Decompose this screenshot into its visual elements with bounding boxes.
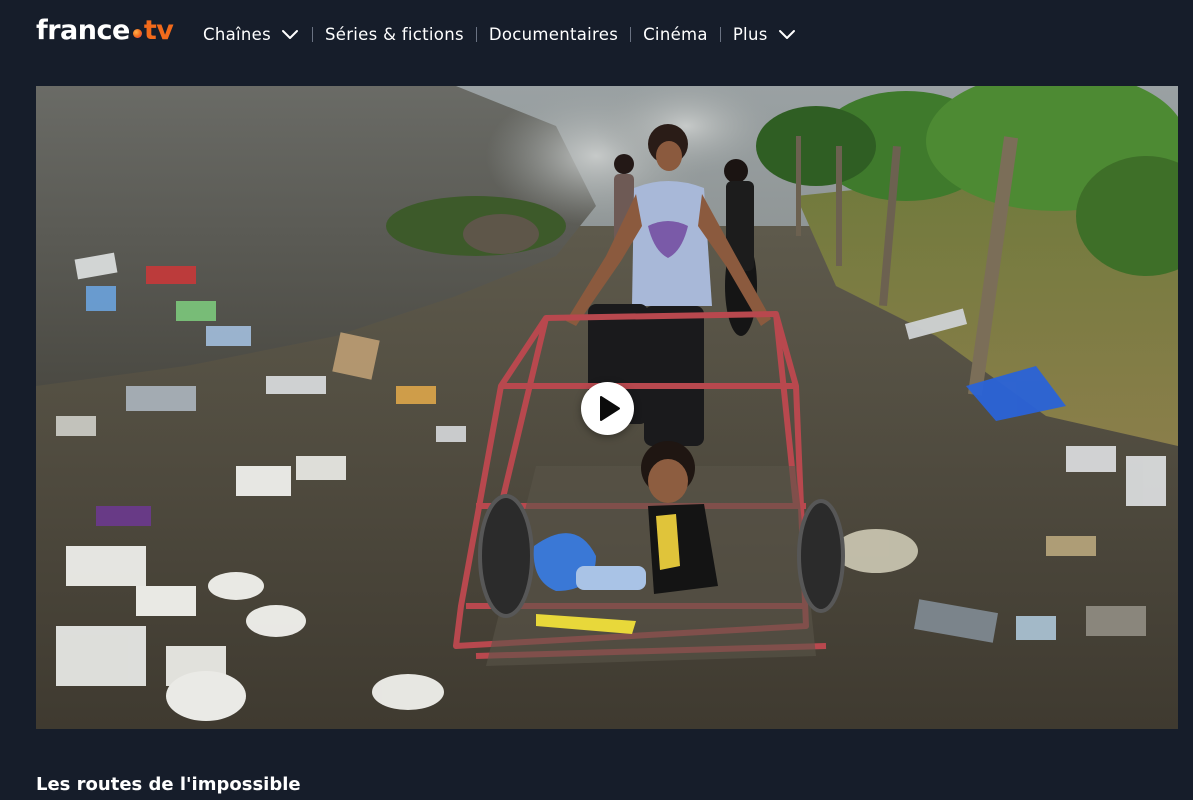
nav-item-series-fictions[interactable]: Séries & fictions [325, 25, 464, 44]
logo-text-france: france [36, 15, 130, 46]
nav-item-documentaires[interactable]: Documentaires [489, 25, 618, 44]
play-icon [600, 396, 620, 421]
nav-item-label: Chaînes [203, 24, 271, 44]
nav-item-cinema[interactable]: Cinéma [643, 25, 708, 44]
logo-dot [132, 28, 142, 38]
top-navigation-bar: france tv Chaînes Séries & fictions Docu… [0, 0, 1193, 66]
play-button[interactable] [581, 382, 634, 435]
nav-divider [630, 26, 632, 42]
nav-divider [475, 26, 477, 42]
hero-video-thumbnail[interactable] [36, 86, 1178, 729]
main-menu: Chaînes Séries & fictions Documentaires … [203, 20, 797, 48]
nav-item-label: Documentaires [488, 24, 619, 44]
nav-item-label: Séries & fictions [324, 24, 464, 44]
nav-divider [719, 26, 721, 42]
nav-item-chaines[interactable]: Chaînes [203, 25, 300, 44]
nav-item-label: Plus [732, 24, 768, 44]
logo-text-tv: tv [143, 15, 174, 46]
nav-item-plus[interactable]: Plus [733, 25, 797, 44]
chevron-down-icon [281, 30, 298, 39]
nav-divider [311, 26, 313, 42]
program-title[interactable]: Les routes de l'impossible [36, 774, 301, 795]
chevron-down-icon [778, 30, 795, 39]
nav-item-label: Cinéma [643, 24, 708, 44]
france-tv-logo[interactable]: france tv [36, 14, 174, 48]
